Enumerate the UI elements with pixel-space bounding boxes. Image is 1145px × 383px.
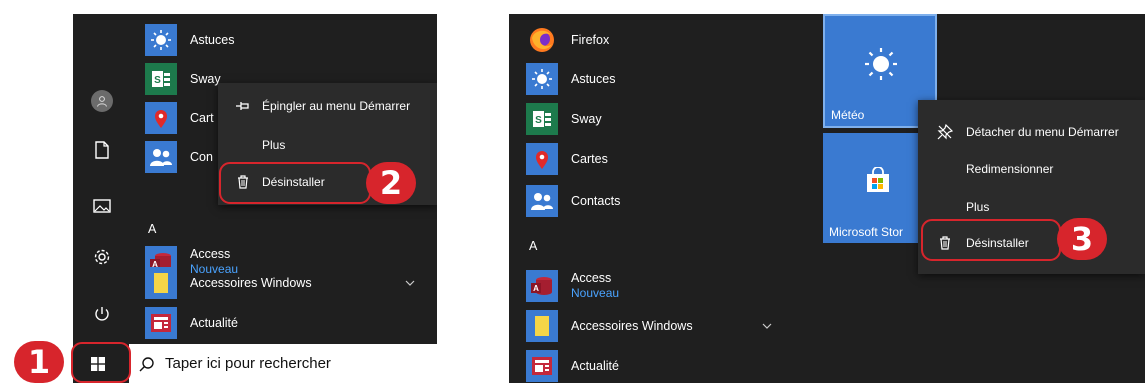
lightbulb-icon	[526, 63, 558, 95]
document-icon	[95, 141, 109, 159]
news-icon	[526, 350, 558, 382]
tile-label: Microsoft Stor	[829, 225, 904, 239]
app-label: Sway	[571, 111, 602, 126]
app-astuces[interactable]: Astuces	[526, 61, 615, 97]
firefox-icon	[526, 24, 558, 56]
section-letter[interactable]: A	[148, 222, 156, 236]
app-label: Actualité	[571, 358, 619, 373]
user-avatar[interactable]	[73, 83, 131, 119]
menu-label: Épingler au menu Démarrer	[262, 99, 411, 113]
app-cartes[interactable]: Cart	[145, 100, 214, 136]
menu-item-more[interactable]: Plus	[218, 127, 437, 163]
menu-item-resize[interactable]: Redimensionner	[918, 151, 1145, 187]
app-label: Contacts	[571, 193, 621, 208]
app-astuces[interactable]: Astuces	[145, 22, 234, 58]
step-badge-1: 1	[14, 341, 64, 383]
power-icon	[95, 307, 109, 321]
taskbar-search[interactable]: Taper ici pour rechercher	[129, 344, 437, 383]
unpin-icon	[934, 124, 956, 140]
app-sway[interactable]: S Sway	[145, 61, 221, 97]
svg-text:A: A	[533, 284, 539, 293]
menu-label: Détacher du menu Démarrer	[966, 125, 1119, 139]
contacts-icon	[526, 185, 558, 217]
app-actualite[interactable]: Actualité	[526, 348, 619, 383]
folder-icon	[526, 310, 558, 342]
app-label: Firefox	[571, 32, 610, 47]
step-badge-2: 2	[366, 162, 416, 204]
app-contacts[interactable]: Con	[145, 139, 213, 175]
menu-label: Redimensionner	[966, 162, 1054, 176]
menu-item-pin[interactable]: Épingler au menu Démarrer	[218, 88, 437, 124]
app-label: Astuces	[190, 32, 235, 47]
app-label: Accessoires Windows	[571, 318, 693, 333]
app-label: Access Nouveau	[571, 271, 619, 301]
settings-button[interactable]	[73, 239, 131, 275]
start-rail	[73, 14, 131, 344]
svg-text:S: S	[535, 115, 542, 126]
pictures-icon	[93, 199, 111, 213]
sway-icon: S	[526, 103, 558, 135]
app-contacts[interactable]: Contacts	[526, 183, 620, 219]
store-bag-icon	[867, 167, 889, 192]
folder-icon	[145, 267, 177, 299]
app-firefox[interactable]: Firefox	[526, 22, 609, 58]
lightbulb-icon	[145, 24, 177, 56]
new-badge: Nouveau	[571, 286, 620, 300]
app-name: Access	[190, 247, 231, 261]
app-name: Access	[571, 271, 612, 285]
highlight-uninstall-right	[921, 219, 1061, 261]
app-cartes[interactable]: Cartes	[526, 141, 608, 177]
highlight-start-button	[71, 342, 131, 383]
map-pin-icon	[145, 102, 177, 134]
app-label: Cart	[190, 110, 214, 125]
access-icon: A	[526, 270, 558, 302]
app-access[interactable]: A Access Nouveau	[526, 266, 619, 306]
news-icon	[145, 307, 177, 339]
avatar-icon	[91, 90, 113, 112]
app-label: Astuces	[571, 71, 616, 86]
app-actualite[interactable]: Actualité	[145, 305, 238, 341]
pin-icon	[232, 100, 254, 112]
search-icon	[139, 356, 154, 371]
app-accessoires-windows[interactable]: Accessoires Windows	[145, 265, 415, 301]
app-label: Accessoires Windows	[190, 275, 312, 290]
power-button[interactable]	[73, 296, 131, 332]
start-menu-right: Firefox Astuces S Sway Cartes Contacts A…	[509, 14, 1145, 383]
pictures-button[interactable]	[73, 188, 131, 224]
documents-button[interactable]	[73, 132, 131, 168]
search-placeholder: Taper ici pour rechercher	[165, 355, 331, 372]
app-label: Sway	[190, 71, 221, 86]
app-sway[interactable]: S Sway	[526, 101, 602, 137]
map-pin-icon	[526, 143, 558, 175]
menu-label: Plus	[262, 138, 286, 152]
app-label: Actualité	[190, 315, 238, 330]
chevron-down-icon[interactable]	[762, 322, 772, 330]
svg-text:S: S	[154, 75, 161, 86]
tile-label: Météo	[831, 108, 865, 122]
tile-microsoft-store[interactable]: Microsoft Stor	[823, 133, 933, 243]
gear-icon	[94, 249, 110, 265]
sun-icon	[865, 48, 897, 80]
step-badge-3: 3	[1057, 218, 1107, 260]
app-label: Con	[190, 149, 213, 164]
menu-label: Plus	[966, 200, 990, 214]
contacts-icon	[145, 141, 177, 173]
app-accessoires-windows[interactable]: Accessoires Windows	[526, 308, 772, 344]
sway-icon: S	[145, 63, 177, 95]
chevron-down-icon[interactable]	[405, 279, 415, 287]
highlight-uninstall-left	[219, 162, 371, 204]
section-letter[interactable]: A	[529, 239, 537, 253]
app-label: Cartes	[571, 151, 608, 166]
menu-item-unpin[interactable]: Détacher du menu Démarrer	[918, 114, 1145, 150]
